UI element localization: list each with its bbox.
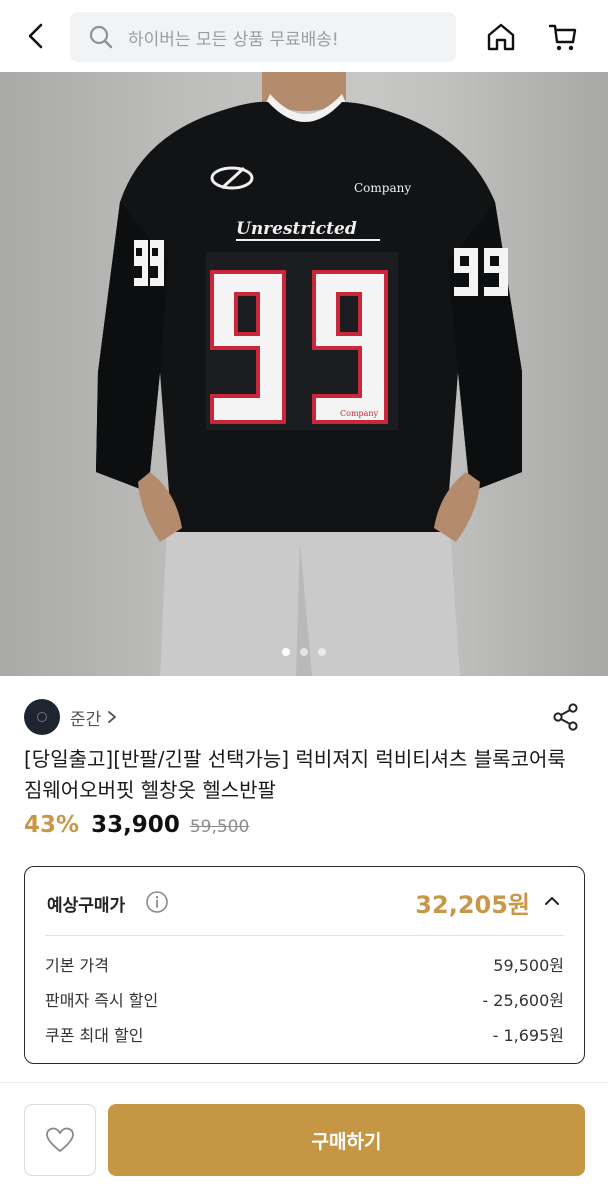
search-placeholder: 하이버는 모든 상품 무료배송! [128, 29, 339, 50]
discount-rate: 43% [24, 812, 80, 838]
home-button[interactable] [482, 18, 520, 56]
price-breakdown-row: 쿠폰 최대 할인 - 1,695원 [45, 1023, 564, 1045]
breakdown-value: - 25,600원 [482, 991, 564, 1010]
sale-price: 33,900 [91, 812, 180, 838]
estimated-price-value: 32,205원 [415, 891, 530, 919]
chevron-up-icon[interactable] [542, 891, 562, 911]
search-input[interactable]: 하이버는 모든 상품 무료배송! [70, 12, 456, 62]
page-dot-3[interactable] [318, 648, 326, 656]
share-icon [553, 703, 578, 731]
chevron-right-icon [107, 710, 119, 724]
info-icon[interactable] [145, 890, 169, 914]
top-header: 하이버는 모든 상품 무료배송! [0, 0, 608, 72]
jersey-company-small: Company [340, 409, 379, 418]
product-image[interactable]: Unrestricted Company Company [0, 72, 608, 676]
search-icon [86, 22, 116, 52]
breakdown-label: 쿠폰 최대 할인 [45, 1026, 144, 1045]
breakdown-value: 59,500원 [493, 956, 564, 975]
back-button[interactable] [18, 18, 54, 54]
estimated-price-label: 예상구매가 [47, 896, 126, 916]
cart-icon [548, 24, 577, 51]
home-icon [487, 23, 515, 51]
price-breakdown-row: 판매자 즉시 할인 - 25,600원 [45, 988, 564, 1010]
heart-icon [46, 1127, 74, 1152]
original-price: 59,500 [189, 817, 250, 837]
price-row: 43% 33,900 59,500 [24, 812, 249, 848]
buy-button[interactable]: 구매하기 [108, 1104, 585, 1176]
jersey-wordmark: Unrestricted [236, 219, 357, 239]
page-dot-2[interactable] [300, 648, 308, 656]
divider [45, 935, 564, 936]
share-button[interactable] [550, 700, 582, 734]
chevron-left-icon [28, 23, 43, 49]
price-breakdown-row: 기본 가격 59,500원 [45, 953, 564, 975]
model-photo: Unrestricted Company Company [96, 72, 522, 676]
estimated-price-header[interactable]: 예상구매가 32,205원 [25, 867, 584, 935]
seller-avatar [24, 699, 60, 735]
seller-link[interactable]: 준간 [24, 698, 119, 736]
breakdown-label: 판매자 즉시 할인 [45, 991, 159, 1010]
divider [0, 1082, 608, 1083]
breakdown-value: - 1,695원 [492, 1026, 564, 1045]
wishlist-button[interactable] [24, 1104, 96, 1176]
breakdown-label: 기본 가격 [45, 956, 109, 975]
seller-name: 준간 [70, 709, 102, 730]
jersey-company-text: Company [354, 181, 411, 195]
cart-button[interactable] [544, 18, 582, 56]
estimated-price-panel: 예상구매가 32,205원 기본 가격 59,500원 판매자 즉시 할인 - … [24, 866, 585, 1064]
product-title: [당일출고][반팔/긴팔 선택가능] 럭비져지 럭비티셔츠 블록코어룩 짐웨어오… [24, 747, 566, 802]
page-dot-1[interactable] [282, 648, 290, 656]
image-pagination [0, 648, 608, 656]
